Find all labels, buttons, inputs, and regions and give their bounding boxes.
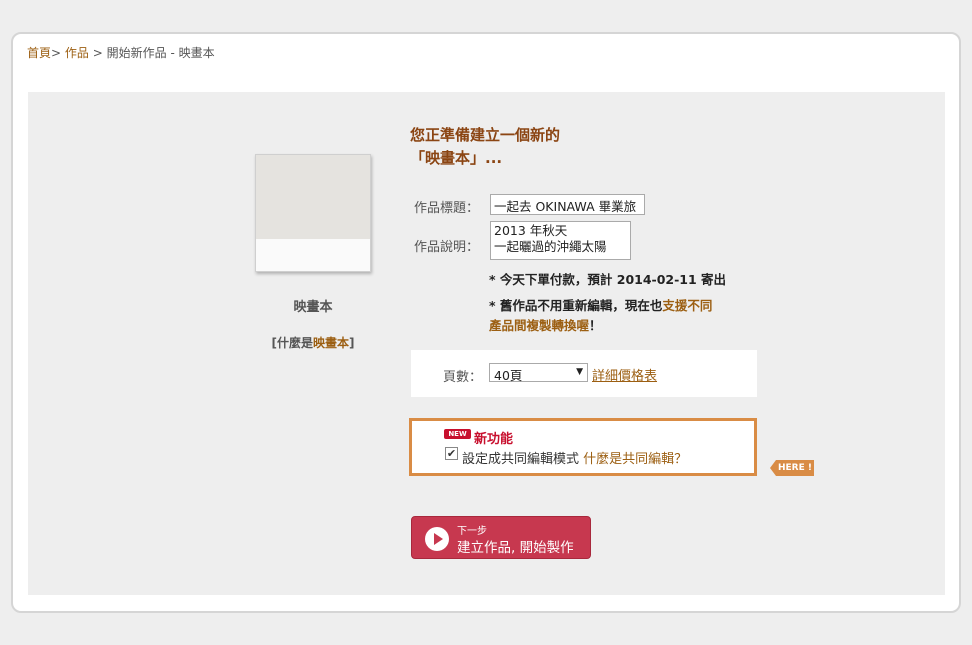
breadcrumb-home-link[interactable]: 首頁 <box>27 46 51 60</box>
description-textarea[interactable] <box>490 221 631 260</box>
what-is-highlight: 映畫本 <box>313 336 350 350</box>
convert-link-part-2[interactable]: 產品間複製轉換喔 <box>489 318 589 333</box>
heading-line-2: 「映畫本」... <box>410 149 503 167</box>
play-icon <box>425 527 449 551</box>
co-edit-checkbox[interactable]: ✔ <box>445 447 458 460</box>
product-thumbnail-band <box>256 239 370 271</box>
new-feature-title: 新功能 <box>474 432 514 447</box>
convert-note-prefix: * 舊作品不用重新編輯，現在也 <box>489 298 663 313</box>
product-name: 映畫本 <box>293 300 333 315</box>
pages-label: 頁數： <box>443 370 483 385</box>
what-is-product-link[interactable]: [什麼是映畫本] <box>228 334 398 351</box>
pages-select[interactable]: 40頁 ▼ <box>489 363 588 383</box>
pages-box: 頁數： 40頁 ▼ 詳細價格表 <box>411 350 757 397</box>
co-edit-label-text: 設定成共同編輯模式 <box>462 452 580 467</box>
what-is-suffix: ] <box>349 336 355 350</box>
breadcrumb: 首頁> 作品 > 開始新作品 - 映畫本 <box>27 44 215 61</box>
co-edit-label: 設定成共同編輯模式 什麼是共同編輯？ <box>462 448 687 467</box>
what-is-co-edit-link[interactable]: 什麼是共同編輯？ <box>583 452 687 467</box>
product-thumbnail <box>255 154 371 272</box>
what-is-prefix: [什麼是 <box>271 336 314 350</box>
ship-date-note: * 今天下單付款，預計 2014-02-11 寄出 <box>489 272 727 287</box>
next-step-small-label: 下一步 <box>457 526 487 537</box>
convert-note-suffix: ！ <box>589 318 602 333</box>
page-heading: 您正準備建立一個新的 「映畫本」... <box>410 124 560 170</box>
pages-select-value: 40頁 <box>494 368 523 383</box>
breadcrumb-separator: > <box>51 46 62 60</box>
title-input[interactable]: 一起去 OKINAWA 畢業旅 <box>490 194 645 215</box>
price-table-link[interactable]: 詳細價格表 <box>592 365 657 384</box>
description-label: 作品說明： <box>414 240 480 255</box>
next-step-main-label: 建立作品, 開始製作 <box>457 540 574 556</box>
main-card: 首頁> 作品 > 開始新作品 - 映畫本 映畫本 [什麼是映畫本] 您正準備建立… <box>11 32 961 613</box>
create-panel: 映畫本 [什麼是映畫本] 您正準備建立一個新的 「映畫本」... 作品標題： 一… <box>28 92 945 595</box>
checkmark-icon: ✔ <box>446 447 457 460</box>
new-badge: NEW <box>444 429 471 439</box>
dropdown-arrow-icon: ▼ <box>576 367 583 377</box>
convert-link-part-1[interactable]: 支援不同 <box>662 298 712 313</box>
new-feature-box: NEW 新功能 ✔ 設定成共同編輯模式 什麼是共同編輯？ <box>409 418 757 476</box>
convert-note: * 舊作品不用重新編輯，現在也支援不同產品間複製轉換喔！ <box>489 296 712 336</box>
next-step-button[interactable]: 下一步 建立作品, 開始製作 <box>411 516 591 559</box>
breadcrumb-separator: > <box>92 46 103 60</box>
breadcrumb-current: 開始新作品 - 映畫本 <box>106 46 215 60</box>
here-tag: HERE ! <box>770 460 814 476</box>
heading-line-1: 您正準備建立一個新的 <box>410 126 561 144</box>
title-label: 作品標題： <box>414 201 480 216</box>
breadcrumb-works-link[interactable]: 作品 <box>65 46 89 60</box>
